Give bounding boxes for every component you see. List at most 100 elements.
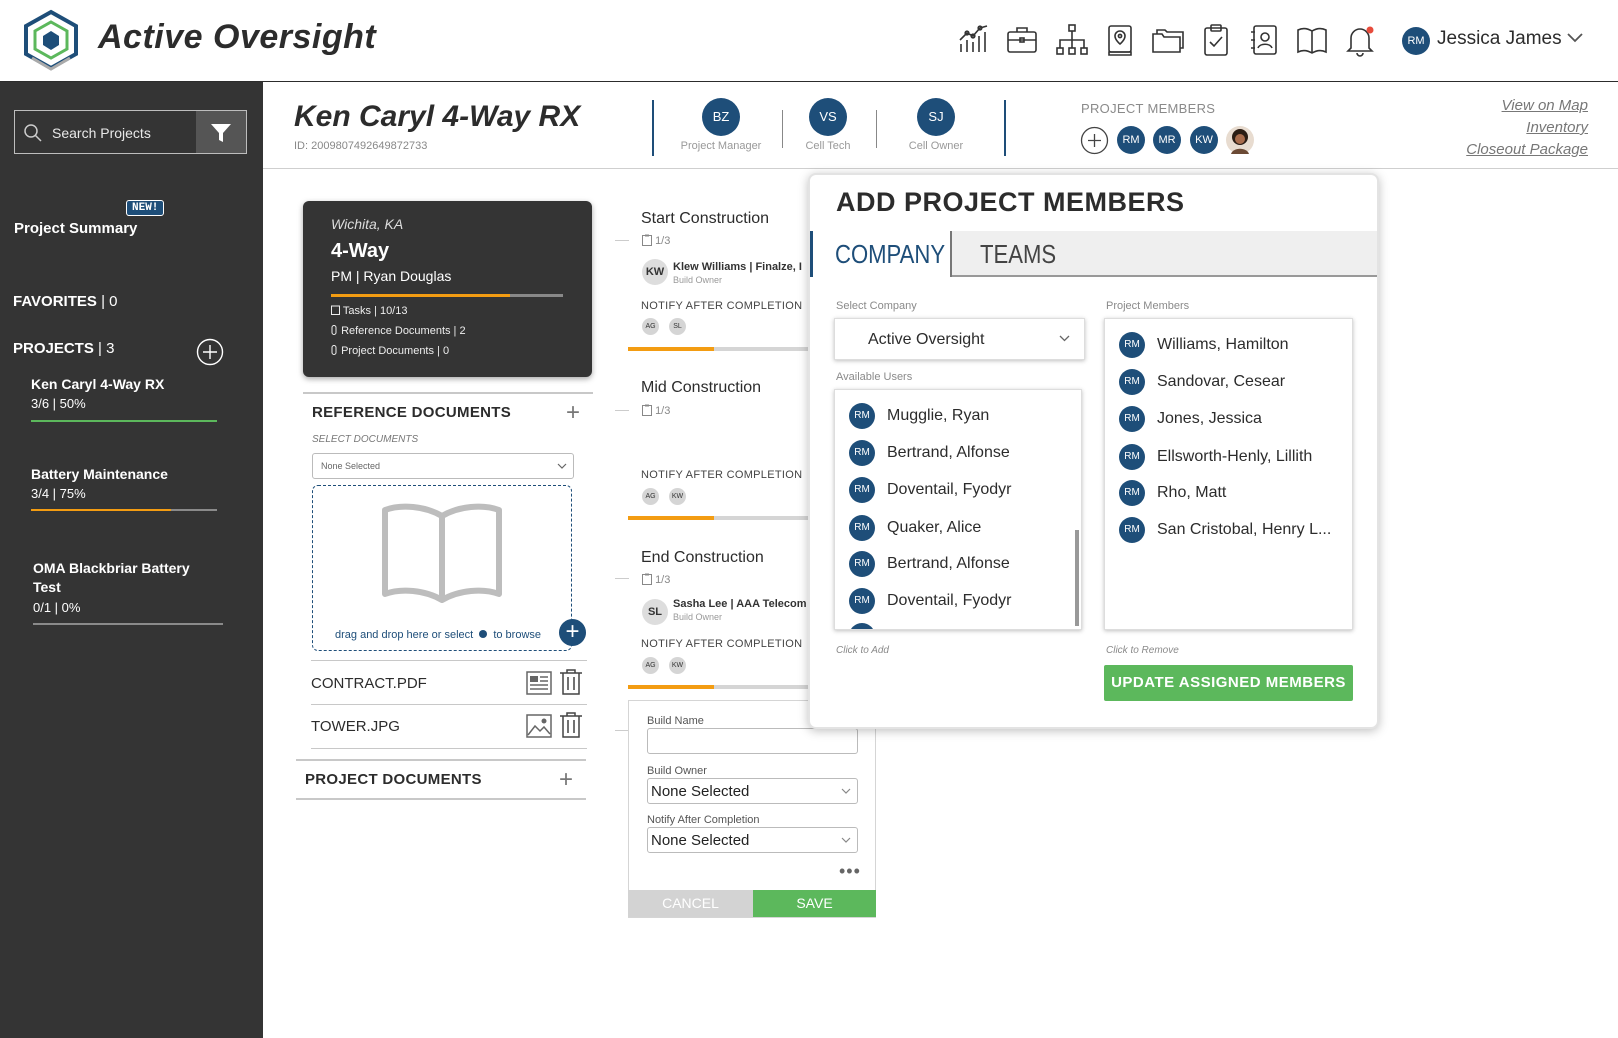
task-title[interactable]: Mid Construction — [641, 379, 761, 397]
user-avatar: RM — [849, 515, 875, 541]
available-users-label: Available Users — [836, 371, 913, 383]
task-title[interactable]: Start Construction — [641, 210, 769, 228]
user-avatar[interactable]: RM — [1402, 27, 1430, 55]
tab-company[interactable]: COMPANY — [810, 231, 952, 277]
select-documents-label: SELECT DOCUMENTS — [312, 434, 419, 445]
member-photo-avatar[interactable] — [1226, 126, 1254, 154]
build-owner-select[interactable]: None Selected — [647, 778, 858, 804]
add-reference-document-button[interactable]: + — [566, 401, 580, 425]
chevron-down-icon[interactable] — [1566, 32, 1584, 44]
notify-after-select[interactable]: None Selected — [647, 827, 858, 853]
task-owner-avatar[interactable]: SL — [642, 599, 668, 625]
available-users-list[interactable]: RM Mugglie, Ryan RM Bertrand, Alfonse RM Do… — [834, 389, 1082, 630]
add-file-button[interactable]: + — [559, 619, 586, 646]
view-on-map-link[interactable]: View on Map — [1502, 97, 1588, 114]
notify-avatar[interactable]: KW — [669, 657, 686, 674]
browse-link[interactable]: to browse — [493, 629, 541, 641]
search-box[interactable]: Search Projects — [14, 110, 247, 154]
trash-icon[interactable] — [558, 711, 584, 739]
task-title[interactable]: End Construction — [641, 549, 764, 567]
project-summary-link[interactable]: Project Summary — [14, 220, 137, 237]
inventory-link[interactable]: Inventory — [1526, 119, 1588, 136]
add-project-document-button[interactable]: + — [559, 768, 573, 792]
member-avatar[interactable]: MR — [1153, 126, 1181, 154]
favorites-header[interactable]: FAVORITES | 0 — [13, 293, 117, 310]
select-company-label: Select Company — [836, 300, 917, 312]
tab-teams[interactable]: TEAMS — [980, 239, 1056, 270]
task-count-text: 1/3 — [655, 405, 671, 417]
scrollbar[interactable] — [1075, 530, 1079, 626]
project-documents-title: PROJECT DOCUMENTS — [305, 771, 482, 788]
cell-owner-label: Cell Owner — [908, 140, 964, 152]
sidebar-item-ken-caryl[interactable]: Ken Caryl 4-Way RX — [31, 375, 231, 394]
user-name[interactable]: Jessica James — [1437, 28, 1562, 50]
task-progress — [628, 685, 808, 689]
notify-avatar[interactable]: AG — [642, 657, 659, 674]
chevron-down-icon — [1059, 335, 1070, 342]
notify-label: NOTIFY AFTER COMPLETION — [641, 300, 803, 312]
trash-icon[interactable] — [558, 668, 584, 696]
book-icon[interactable] — [1294, 22, 1330, 58]
notify-avatar[interactable]: AG — [642, 318, 659, 335]
notify-avatar[interactable]: AG — [642, 488, 659, 505]
folders-icon[interactable] — [1150, 22, 1186, 58]
org-chart-icon[interactable] — [1054, 22, 1090, 58]
notify-label: NOTIFY AFTER COMPLETION — [641, 469, 803, 481]
cell-tech-avatar[interactable]: VS — [809, 98, 847, 136]
modal-title: ADD PROJECT MEMBERS — [836, 187, 1185, 217]
project-card[interactable]: Wichita, KA 4-Way PM | Ryan Douglas Task… — [303, 201, 592, 377]
user-avatar: RM — [1119, 480, 1145, 506]
more-options-icon[interactable]: ••• — [839, 861, 861, 882]
image-preview-icon[interactable] — [526, 714, 552, 738]
file-contract-pdf[interactable]: CONTRACT.PDF — [311, 675, 427, 692]
task-progress-fill — [628, 347, 715, 351]
add-project-button[interactable] — [196, 338, 224, 366]
filter-icon — [211, 124, 231, 142]
sidebar-item-oma-blackbriar[interactable]: OMA Blackbriar Battery Test — [33, 559, 213, 597]
project-members-list[interactable]: RM Williams, Hamilton RM Sandovar, Cesear … — [1104, 318, 1353, 630]
build-name-input[interactable] — [647, 728, 858, 754]
user-name: Mugglie, Ryan — [887, 407, 990, 424]
drop-instructions: drag and drop here or select to browse — [335, 629, 541, 641]
notify-after-value: None Selected — [651, 832, 750, 849]
select-documents-dropdown[interactable]: None Selected — [312, 453, 574, 479]
cell-owner-avatar[interactable]: SJ — [917, 98, 955, 136]
file-drop-zone[interactable]: drag and drop here or select to browse + — [312, 485, 586, 651]
map-pin-icon[interactable] — [1102, 22, 1138, 58]
user-name: Quaker, Alice — [887, 519, 982, 536]
project-id: ID: 2009807492649872733 — [294, 140, 428, 152]
save-button[interactable]: SAVE — [753, 890, 876, 917]
filter-button[interactable] — [196, 111, 246, 153]
member-avatar[interactable]: RM — [1117, 126, 1145, 154]
search-icon — [23, 123, 43, 143]
document-preview-icon[interactable] — [526, 671, 552, 695]
contact-card-icon[interactable] — [1246, 22, 1282, 58]
brand-logo[interactable] — [22, 9, 80, 71]
search-input[interactable]: Search Projects — [52, 125, 151, 141]
clipboard-check-icon[interactable] — [1198, 22, 1234, 58]
analytics-icon[interactable] — [956, 22, 992, 58]
closeout-package-link[interactable]: Closeout Package — [1466, 141, 1588, 158]
add-member-button[interactable] — [1080, 126, 1109, 155]
clipboard-icon — [642, 573, 652, 585]
task-owner-avatar[interactable]: KW — [642, 259, 668, 285]
section-rule — [296, 759, 586, 761]
project-manager-avatar[interactable]: BZ — [702, 98, 740, 136]
cancel-button[interactable]: CANCEL — [628, 890, 753, 917]
sidebar-item-battery-maintenance[interactable]: Battery Maintenance — [31, 465, 231, 484]
task-owner-role: Build Owner — [673, 275, 723, 285]
header-rule — [263, 168, 1618, 169]
file-tower-jpg[interactable]: TOWER.JPG — [311, 718, 400, 735]
briefcase-icon[interactable] — [1004, 22, 1040, 58]
notify-avatar[interactable]: KW — [669, 488, 686, 505]
user-avatar: RM — [849, 440, 875, 466]
notify-after-label: Notify After Completion — [647, 814, 760, 826]
notify-avatar[interactable]: SL — [669, 318, 686, 335]
member-avatar[interactable]: KW — [1190, 126, 1218, 154]
bell-icon[interactable] — [1342, 22, 1378, 58]
paperclip-icon — [331, 325, 337, 335]
company-select[interactable]: Active Oversight — [834, 318, 1085, 360]
update-assigned-members-button[interactable]: UPDATE ASSIGNED MEMBERS — [1104, 665, 1353, 701]
notify-label: NOTIFY AFTER COMPLETION — [641, 638, 803, 650]
info-dot-icon — [479, 630, 488, 638]
